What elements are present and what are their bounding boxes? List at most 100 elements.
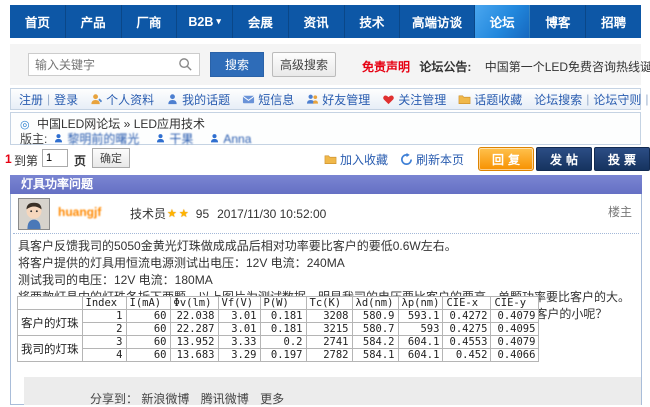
nav-item-tech[interactable]: 技术 <box>345 5 401 38</box>
avatar[interactable] <box>18 198 50 230</box>
breadcrumb-separator: » <box>124 117 131 131</box>
cell: 60 <box>126 323 170 336</box>
page-label: 页 <box>74 152 86 169</box>
nav-item-b2b-label: B2B <box>188 15 213 29</box>
nav-item-jobs[interactable]: 招聘 <box>586 5 641 38</box>
user-toolbar: 注册 | 登录 个人资料 我的话题 短信息 好友管理 <box>10 88 641 110</box>
cell: 0.4079 <box>491 336 539 349</box>
divider: | <box>47 92 50 106</box>
cell: 60 <box>126 349 170 362</box>
person-icon <box>209 133 220 144</box>
search-icon <box>178 57 193 72</box>
cell: 0.181 <box>260 323 306 336</box>
person-icon <box>53 133 64 144</box>
topic-favorites-link[interactable]: 话题收藏 <box>458 91 522 108</box>
breadcrumb-box: ◎ 中国LED网论坛 » LED应用技术 版主: 黎明前的曙光 干果 Anna <box>10 112 641 145</box>
add-favorite-link[interactable]: 加入收藏 <box>324 151 388 168</box>
pager-row: 1 到第 页 确定 加入收藏 刷新本页 回复 发帖 投票 <box>0 147 650 173</box>
login-link[interactable]: 登录 <box>54 91 78 108</box>
search-input[interactable] <box>28 53 200 76</box>
top-nav: 首页 产品 厂商 B2B ▾ 会展 资讯 技术 高端访谈 论坛 博客 招聘 <box>10 5 641 38</box>
nav-item-vendors[interactable]: 厂商 <box>122 5 178 38</box>
vote-button[interactable]: 投票 <box>594 147 650 171</box>
envelope-icon <box>242 93 255 106</box>
group-label: 客户的灯珠 <box>18 310 83 336</box>
breadcrumb-forum-link[interactable]: 中国LED网论坛 <box>37 117 120 131</box>
cell: 0.4275 <box>443 323 491 336</box>
cell: 584.2 <box>352 336 398 349</box>
disclaimer-link[interactable]: 免责声明 <box>362 60 410 74</box>
my-topics-link[interactable]: 我的话题 <box>166 91 230 108</box>
nav-item-home[interactable]: 首页 <box>10 5 66 38</box>
nav-item-news[interactable]: 资讯 <box>289 5 345 38</box>
col-header: Index <box>82 297 126 310</box>
current-page[interactable]: 1 <box>5 152 12 166</box>
moderators-label: 版主: <box>20 130 47 147</box>
new-post-button[interactable]: 发帖 <box>536 147 592 171</box>
share-sina-weibo-link[interactable]: 新浪微博 <box>141 392 189 406</box>
nav-item-forum[interactable]: 论坛 <box>475 5 531 38</box>
cell: 3208 <box>306 310 352 323</box>
cell: 13.952 <box>170 336 218 349</box>
post-author-name[interactable]: huangjf <box>58 205 101 219</box>
announcement-text[interactable]: 中国第一个LED免费咨询热线诞生啦！ <box>485 60 650 74</box>
forum-rules-link[interactable]: 论坛守则 <box>593 91 641 108</box>
share-more-link[interactable]: 更多 <box>260 392 284 406</box>
cell: 22.038 <box>170 310 218 323</box>
moderators-row: 版主: 黎明前的曙光 干果 Anna <box>20 130 261 147</box>
nav-item-interviews[interactable]: 高端访谈 <box>400 5 474 38</box>
nav-item-blog[interactable]: 博客 <box>530 5 586 38</box>
register-link[interactable]: 注册 <box>19 91 43 108</box>
col-header: CIE-x <box>443 297 491 310</box>
cell: 2782 <box>306 349 352 362</box>
cell: 3.01 <box>218 323 260 336</box>
reply-button[interactable]: 回复 <box>478 147 534 171</box>
floor-badge: 楼主 <box>608 203 632 220</box>
cell: 0.197 <box>260 349 306 362</box>
profile-link[interactable]: 个人资料 <box>90 91 154 108</box>
cell: 0.2 <box>260 336 306 349</box>
cell: 60 <box>126 336 170 349</box>
cell: 3 <box>82 336 126 349</box>
cell: 584.1 <box>352 349 398 362</box>
moderator-link[interactable]: Anna <box>223 132 251 146</box>
cell: 3.33 <box>218 336 260 349</box>
cell: 3.01 <box>218 310 260 323</box>
nav-item-expo[interactable]: 会展 <box>233 5 289 38</box>
avatar-face-icon <box>19 199 49 229</box>
friends-label: 好友管理 <box>322 91 370 108</box>
table-row: 客户的灯珠 1 60 22.038 3.01 0.181 3208 580.9 … <box>18 310 539 323</box>
cell: 0.4066 <box>491 349 539 362</box>
col-header: Tc(K) <box>306 297 352 310</box>
nav-item-products[interactable]: 产品 <box>66 5 122 38</box>
friends-link[interactable]: 好友管理 <box>306 91 370 108</box>
table-header-row: Index I(mA) Φv(lm) Vf(V) P(W) Tc(K) λd(n… <box>18 297 539 310</box>
forum-search-link[interactable]: 论坛搜索 <box>534 91 582 108</box>
messages-link[interactable]: 短信息 <box>242 91 294 108</box>
share-tencent-weibo-link[interactable]: 腾讯微博 <box>201 392 249 406</box>
nav-item-b2b[interactable]: B2B ▾ <box>177 5 233 38</box>
advanced-search-button[interactable]: 高级搜索 <box>272 52 336 77</box>
star-icon: ★ <box>179 207 189 220</box>
refresh-page-link[interactable]: 刷新本页 <box>400 151 464 168</box>
confirm-page-button[interactable]: 确定 <box>92 148 130 168</box>
thread-title: 灯具功率问题 <box>21 177 93 191</box>
messages-label: 短信息 <box>258 91 294 108</box>
page-number-input[interactable] <box>42 149 68 167</box>
breadcrumb-section-link[interactable]: LED应用技术 <box>134 117 205 131</box>
post-paragraph: 具客户反馈我司的5050金黄光灯珠做成成品后相对功率要比客户的要低0.6W左右。 <box>18 238 634 255</box>
moderator-link[interactable]: 干果 <box>169 130 193 147</box>
moderator-link[interactable]: 黎明前的曙光 <box>67 130 139 147</box>
follow-link[interactable]: 关注管理 <box>382 91 446 108</box>
col-header: λp(nm) <box>398 297 443 310</box>
table-row: 4 60 13.683 3.29 0.197 2782 584.1 604.1 … <box>18 349 539 362</box>
cell: 0.181 <box>260 310 306 323</box>
search-button[interactable]: 搜索 <box>210 52 264 77</box>
group-label: 我司的灯珠 <box>18 336 83 362</box>
cell: 580.9 <box>352 310 398 323</box>
cell: 60 <box>126 310 170 323</box>
star-icon: ★ <box>167 207 177 220</box>
person-icon <box>166 93 179 106</box>
cell: 0.4079 <box>491 310 539 323</box>
cell: 0.4272 <box>443 310 491 323</box>
